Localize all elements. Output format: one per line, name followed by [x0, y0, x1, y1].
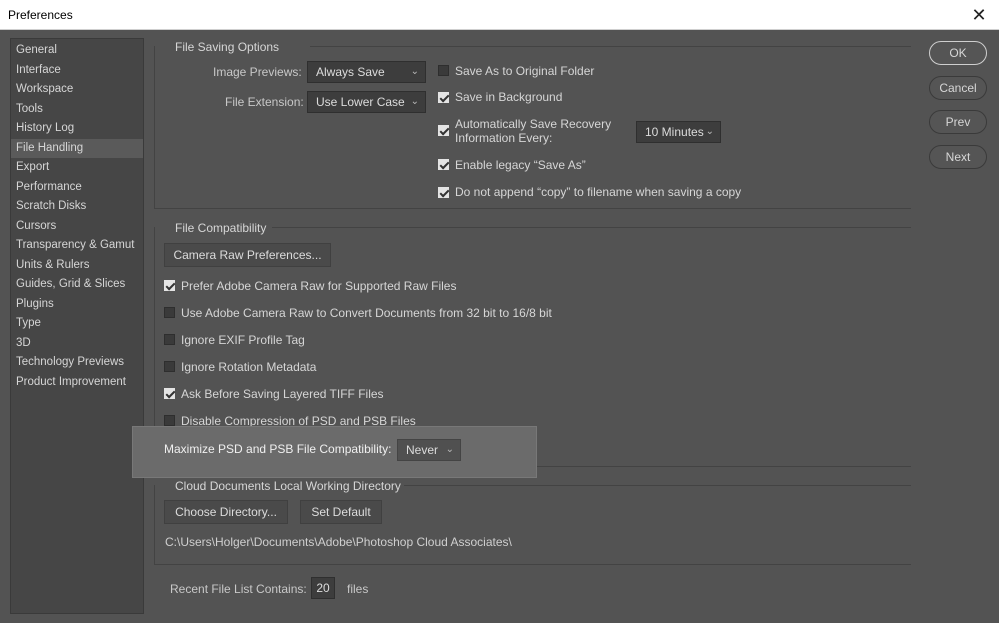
compat-option-checkbox[interactable]: [164, 388, 175, 399]
file-extension-value: Use Lower Case: [316, 95, 405, 109]
sidebar-item-tools[interactable]: Tools: [11, 100, 143, 120]
prev-button[interactable]: Prev: [929, 110, 987, 134]
compat-option-label: Ignore EXIF Profile Tag: [181, 333, 305, 347]
file-saving-header: File Saving Options: [175, 40, 280, 54]
title-bar: Preferences ✕: [0, 0, 999, 30]
camera-raw-prefs-button[interactable]: Camera Raw Preferences...: [164, 243, 331, 267]
compat-option-label: Prefer Adobe Camera Raw for Supported Ra…: [181, 279, 457, 293]
sidebar-item-cursors[interactable]: Cursors: [11, 217, 143, 237]
save-in-background-label: Save in Background: [455, 90, 563, 104]
file-extension-dropdown[interactable]: Use Lower Case ⌄: [307, 91, 426, 113]
divider: [154, 485, 155, 565]
recent-files-input[interactable]: 20: [311, 577, 335, 599]
sidebar-item-export[interactable]: Export: [11, 158, 143, 178]
set-default-button[interactable]: Set Default: [300, 500, 382, 524]
preferences-sidebar: General Interface Workspace Tools History Lo…: [10, 38, 144, 614]
sidebar-item-history-log[interactable]: History Log: [11, 119, 143, 139]
ok-button[interactable]: OK: [929, 41, 987, 65]
image-previews-dropdown[interactable]: Always Save ⌄: [307, 61, 426, 83]
sidebar-item-product-improvement[interactable]: Product Improvement: [11, 373, 143, 393]
compat-option-label: Use Adobe Camera Raw to Convert Document…: [181, 306, 552, 320]
legacy-save-as-checkbox[interactable]: [438, 159, 449, 170]
legacy-save-as-label: Enable legacy “Save As”: [455, 158, 586, 172]
auto-save-label-line1: Automatically Save Recovery: [455, 117, 612, 131]
cancel-button[interactable]: Cancel: [929, 76, 987, 100]
chevron-down-icon: ⌄: [445, 444, 454, 455]
divider: [154, 46, 155, 209]
divider: [154, 208, 911, 209]
sidebar-item-technology-previews[interactable]: Technology Previews: [11, 353, 143, 373]
compat-option-checkbox[interactable]: [164, 307, 175, 318]
choose-directory-button[interactable]: Choose Directory...: [164, 500, 288, 524]
sidebar-item-3d[interactable]: 3D: [11, 334, 143, 354]
sidebar-item-file-handling[interactable]: File Handling: [11, 138, 143, 158]
sidebar-item-workspace[interactable]: Workspace: [11, 80, 143, 100]
save-as-original-label: Save As to Original Folder: [455, 64, 595, 78]
image-previews-label: Image Previews:: [213, 65, 302, 79]
divider: [537, 466, 911, 467]
no-copy-suffix-checkbox[interactable]: [438, 187, 449, 198]
cloud-directory-path: C:\Users\Holger\Documents\Adobe\Photosho…: [165, 535, 512, 549]
divider: [154, 564, 911, 565]
auto-save-checkbox[interactable]: [438, 125, 449, 136]
window-title: Preferences: [8, 8, 73, 22]
sidebar-item-scratch-disks[interactable]: Scratch Disks: [11, 197, 143, 217]
recent-files-label: Recent File List Contains:: [170, 582, 307, 596]
divider: [272, 227, 911, 228]
sidebar-item-guides-grid-slices[interactable]: Guides, Grid & Slices: [11, 275, 143, 295]
no-copy-suffix-label: Do not append “copy” to filename when sa…: [455, 185, 742, 199]
sidebar-item-transparency-gamut[interactable]: Transparency & Gamut: [11, 236, 143, 256]
next-button[interactable]: Next: [929, 145, 987, 169]
sidebar-item-plugins[interactable]: Plugins: [11, 295, 143, 315]
save-as-original-checkbox[interactable]: [438, 65, 449, 76]
chevron-down-icon: ⌄: [705, 126, 714, 137]
compat-option-checkbox[interactable]: [164, 415, 175, 426]
maximize-compat-dropdown[interactable]: Never ⌄: [397, 439, 461, 461]
maximize-compat-value: Never: [406, 443, 439, 457]
auto-save-interval-dropdown[interactable]: 10 Minutes ⌄: [636, 121, 721, 143]
divider: [404, 485, 911, 486]
sidebar-item-general[interactable]: General: [11, 41, 143, 61]
file-extension-label: File Extension:: [225, 95, 304, 109]
auto-save-label-line2: Information Every:: [455, 131, 553, 145]
close-icon[interactable]: ✕: [967, 3, 991, 27]
save-in-background-checkbox[interactable]: [438, 92, 449, 103]
compat-option-label: Ask Before Saving Layered TIFF Files: [181, 387, 384, 401]
file-compat-header: File Compatibility: [175, 221, 267, 235]
chevron-down-icon: ⌄: [410, 66, 419, 77]
sidebar-item-type[interactable]: Type: [11, 314, 143, 334]
compat-option-label: Ignore Rotation Metadata: [181, 360, 317, 374]
chevron-down-icon: ⌄: [410, 96, 419, 107]
sidebar-item-interface[interactable]: Interface: [11, 61, 143, 81]
image-previews-value: Always Save: [316, 65, 385, 79]
sidebar-item-units-rulers[interactable]: Units & Rulers: [11, 256, 143, 276]
compat-option-checkbox[interactable]: [164, 280, 175, 291]
sidebar-item-performance[interactable]: Performance: [11, 178, 143, 198]
maximize-compat-label: Maximize PSD and PSB File Compatibility:: [164, 442, 392, 456]
cloud-header: Cloud Documents Local Working Directory: [175, 479, 401, 493]
divider: [310, 46, 911, 47]
recent-files-suffix: files: [347, 582, 369, 596]
auto-save-interval-value: 10 Minutes: [645, 125, 704, 139]
compat-option-checkbox[interactable]: [164, 334, 175, 345]
compat-option-checkbox[interactable]: [164, 361, 175, 372]
